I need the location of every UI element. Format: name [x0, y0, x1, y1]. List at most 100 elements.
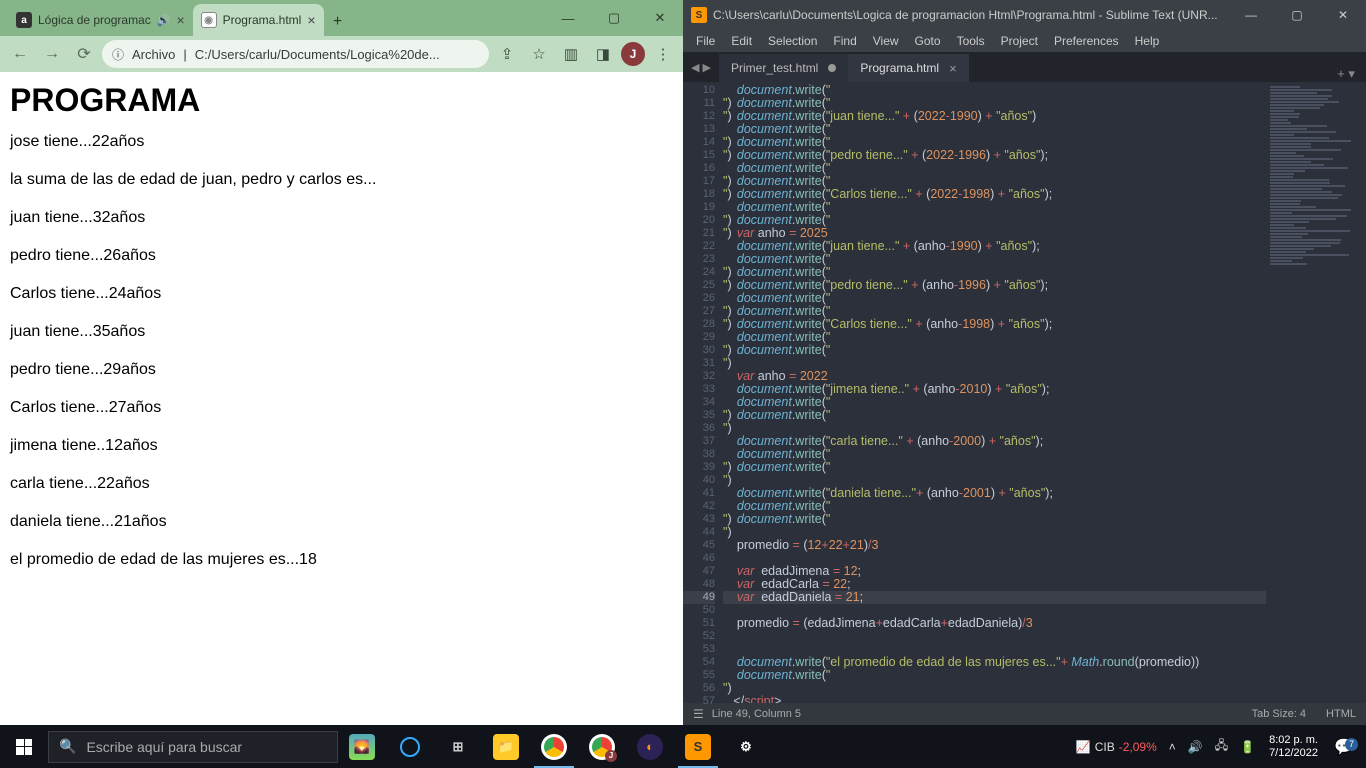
sublime-titlebar: S C:\Users\carlu\Documents\Logica de pro… — [683, 0, 1366, 30]
sublime-menubar: File Edit Selection Find View Goto Tools… — [683, 30, 1366, 52]
windows-logo-icon — [16, 739, 32, 755]
chrome-titlebar: a Lógica de programac 🔊 × ◉ Programa.htm… — [0, 0, 683, 36]
menu-view[interactable]: View — [866, 32, 906, 50]
chrome-window-controls: — ▢ ✕ — [545, 0, 683, 36]
sublime-window: S C:\Users\carlu\Documents\Logica de pro… — [683, 0, 1366, 725]
profile-avatar[interactable]: J — [621, 42, 645, 66]
start-button[interactable] — [0, 725, 48, 768]
editor-tab-active[interactable]: Programa.html × — [848, 54, 968, 82]
close-button[interactable]: ✕ — [1320, 0, 1366, 30]
minimap[interactable] — [1266, 82, 1366, 703]
notifications-button[interactable]: 💬 7 — [1326, 737, 1362, 757]
tab-close-icon[interactable]: × — [307, 12, 315, 28]
editor-tab-inactive[interactable]: Primer_test.html — [719, 54, 848, 82]
tab-name: Primer_test.html — [731, 61, 818, 75]
sidepanel-icon[interactable]: ▥ — [557, 40, 585, 68]
tray-clock[interactable]: 8:02 p. m. 7/12/2022 — [1261, 734, 1326, 760]
page-line: Carlos tiene...27años — [10, 399, 673, 417]
stock-widget[interactable]: 📈 CIB -2,09% — [1070, 740, 1163, 754]
menu-project[interactable]: Project — [994, 32, 1045, 50]
taskbar-chrome-2[interactable]: J — [578, 725, 626, 768]
chrome-tab-inactive[interactable]: a Lógica de programac 🔊 × — [8, 4, 193, 36]
taskbar-taskview[interactable]: ⊞ — [434, 725, 482, 768]
tray-time: 8:02 p. m. — [1269, 734, 1318, 747]
extensions-icon[interactable]: ◨ — [589, 40, 617, 68]
taskbar-weather[interactable]: 🌄 — [338, 725, 386, 768]
menu-tools[interactable]: Tools — [950, 32, 992, 50]
page-heading: PROGRAMA — [10, 82, 673, 119]
menu-file[interactable]: File — [689, 32, 722, 50]
tray-date: 7/12/2022 — [1269, 747, 1318, 760]
taskbar-sublime[interactable]: S — [674, 725, 722, 768]
tab-name: Programa.html — [860, 61, 939, 75]
tab-title: Programa.html — [223, 13, 302, 27]
bookmark-icon[interactable]: ☆ — [525, 40, 553, 68]
chrome-tabs: a Lógica de programac 🔊 × ◉ Programa.htm… — [0, 2, 545, 36]
status-menu-icon[interactable]: ☰ — [693, 707, 704, 721]
cursor-position[interactable]: Line 49, Column 5 — [712, 708, 801, 720]
menu-edit[interactable]: Edit — [724, 32, 759, 50]
page-content: PROGRAMA jose tiene...22años la suma de … — [0, 72, 683, 599]
back-button[interactable]: ← — [6, 40, 34, 68]
page-line: juan tiene...35años — [10, 323, 673, 341]
sublime-window-controls: — ▢ ✕ — [1228, 0, 1366, 30]
tray-volume-icon[interactable]: 🔊 — [1182, 740, 1209, 754]
chrome-toolbar: ← → ⟳ ⓘ Archivo | C:/Users/carlu/Documen… — [0, 36, 683, 72]
audio-icon[interactable]: 🔊 — [157, 14, 171, 27]
editor-area[interactable]: 1011121314151617181920212223242526272829… — [683, 82, 1366, 703]
reload-button[interactable]: ⟳ — [70, 40, 98, 68]
taskbar-eclipse[interactable]: ◐ — [626, 725, 674, 768]
url-text: C:/Users/carlu/Documents/Logica%20de... — [195, 47, 479, 62]
code-area[interactable]: document.write("") document.write("") do… — [723, 82, 1266, 703]
tab-close-icon[interactable]: × — [176, 12, 184, 28]
tab-close-icon[interactable]: × — [949, 61, 957, 76]
close-button[interactable]: ✕ — [637, 0, 683, 36]
taskbar-chrome[interactable] — [530, 725, 578, 768]
page-line: pedro tiene...26años — [10, 247, 673, 265]
maximize-button[interactable]: ▢ — [1274, 0, 1320, 30]
sublime-icon: S — [691, 7, 707, 23]
menu-goto[interactable]: Goto — [908, 32, 948, 50]
share-icon[interactable]: ⇪ — [493, 40, 521, 68]
page-line: jose tiene...22años — [10, 133, 673, 151]
tab-size[interactable]: Tab Size: 4 — [1252, 708, 1306, 720]
new-tab-button[interactable]: + — [324, 8, 352, 36]
tray-battery-icon[interactable]: 🔋 — [1234, 740, 1261, 754]
taskbar-search[interactable]: 🔍 Escribe aquí para buscar — [48, 731, 338, 763]
menu-preferences[interactable]: Preferences — [1047, 32, 1126, 50]
page-line: pedro tiene...29años — [10, 361, 673, 379]
page-line: jimena tiene..12años — [10, 437, 673, 455]
page-line: la suma de las de edad de juan, pedro y … — [10, 171, 673, 189]
menu-icon[interactable]: ⋮ — [649, 40, 677, 68]
tray-network-icon[interactable]: 🖧 — [1209, 736, 1234, 757]
taskbar-cortana[interactable] — [386, 725, 434, 768]
minimize-button[interactable]: — — [1228, 0, 1274, 30]
address-bar[interactable]: ⓘ Archivo | C:/Users/carlu/Documents/Log… — [102, 40, 489, 68]
sublime-title: C:\Users\carlu\Documents\Logica de progr… — [713, 8, 1228, 22]
taskbar-apps: 🌄 ⊞ 📁 J ◐ S ⚙ — [338, 725, 770, 768]
system-tray: 📈 CIB -2,09% ˄ 🔊 🖧 🔋 8:02 p. m. 7/12/202… — [1070, 725, 1366, 768]
favicon-globe-icon: ◉ — [201, 12, 217, 28]
syntax-mode[interactable]: HTML — [1326, 708, 1356, 720]
search-icon: 🔍 — [59, 738, 76, 755]
maximize-button[interactable]: ▢ — [591, 0, 637, 36]
taskbar: 🔍 Escribe aquí para buscar 🌄 ⊞ 📁 J ◐ S ⚙… — [0, 725, 1366, 768]
page-line: Carlos tiene...24años — [10, 285, 673, 303]
tab-nav-arrows[interactable]: ◀ ▶ — [683, 52, 719, 82]
page-line: el promedio de edad de las mujeres es...… — [10, 551, 673, 569]
minimize-button[interactable]: — — [545, 0, 591, 36]
url-label: Archivo — [132, 47, 175, 62]
favicon-icon: a — [16, 12, 32, 28]
page-line: carla tiene...22años — [10, 475, 673, 493]
taskbar-explorer[interactable]: 📁 — [482, 725, 530, 768]
add-tab-button[interactable]: + ▾ — [1326, 66, 1366, 82]
menu-help[interactable]: Help — [1128, 32, 1167, 50]
notification-badge: 7 — [1345, 738, 1358, 751]
chrome-tab-active[interactable]: ◉ Programa.html × — [193, 4, 324, 36]
forward-button[interactable]: → — [38, 40, 66, 68]
menu-find[interactable]: Find — [826, 32, 863, 50]
site-info-icon[interactable]: ⓘ — [112, 46, 124, 63]
tray-chevron[interactable]: ˄ — [1163, 740, 1182, 754]
menu-selection[interactable]: Selection — [761, 32, 824, 50]
taskbar-settings[interactable]: ⚙ — [722, 725, 770, 768]
